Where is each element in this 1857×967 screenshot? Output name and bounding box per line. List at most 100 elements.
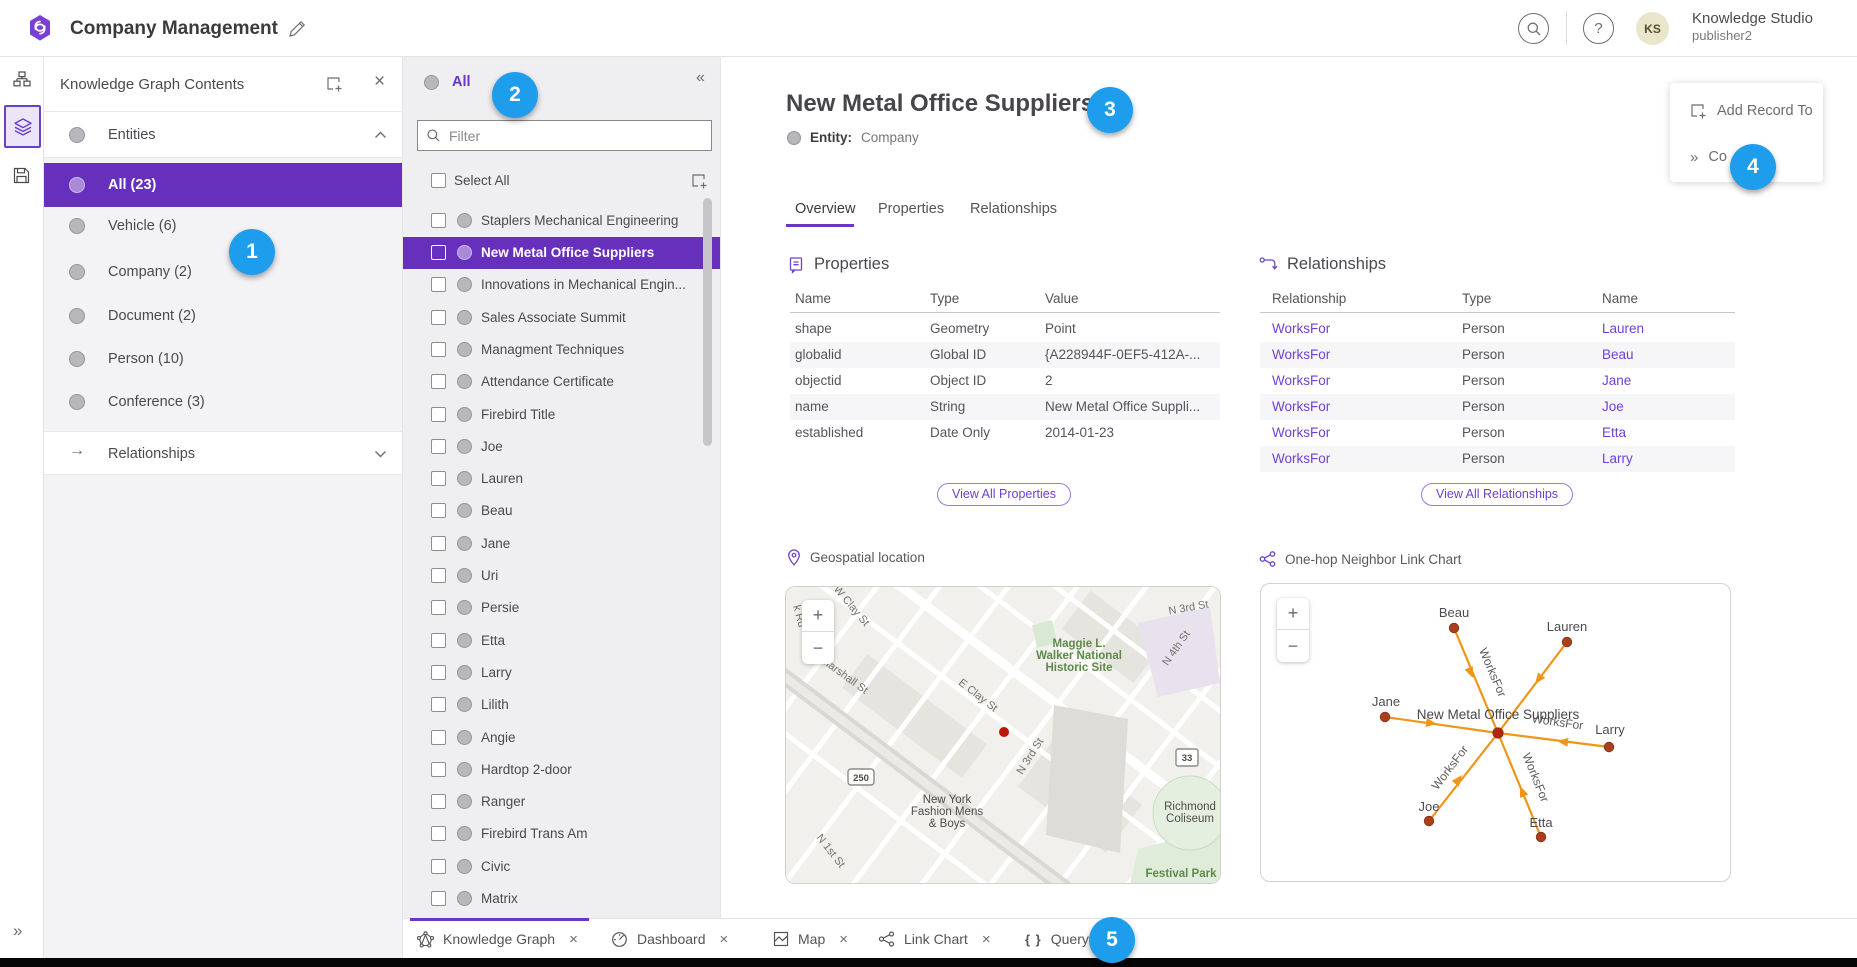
list-item[interactable]: Etta (403, 625, 720, 657)
item-checkbox[interactable] (431, 503, 446, 518)
item-checkbox[interactable] (431, 439, 446, 454)
item-checkbox[interactable] (431, 374, 446, 389)
entity-link[interactable]: Jane (1602, 368, 1631, 394)
list-item[interactable]: Sales Associate Summit (403, 302, 720, 334)
edit-title-pencil-icon[interactable] (288, 20, 306, 38)
list-item[interactable]: Firebird Title (403, 399, 720, 431)
entity-filter-company[interactable]: Company (2) (44, 257, 402, 287)
item-checkbox[interactable] (431, 600, 446, 615)
list-item[interactable]: Lilith (403, 689, 720, 721)
item-checkbox[interactable] (431, 213, 446, 228)
select-all-checkbox[interactable] (431, 173, 446, 188)
close-panel-icon[interactable]: × (374, 71, 385, 93)
entity-filter-document[interactable]: Document (2) (44, 301, 402, 331)
entities-section-header[interactable]: Entities (44, 112, 402, 158)
view-all-properties-button[interactable]: View All Properties (937, 483, 1071, 506)
relationships-section-header[interactable]: → Relationships (44, 431, 402, 475)
save-icon[interactable] (13, 167, 30, 184)
item-checkbox[interactable] (431, 536, 446, 551)
list-item[interactable]: Civic (403, 851, 720, 883)
list-item[interactable]: Managment Techniques (403, 334, 720, 366)
list-item[interactable]: Uri (403, 560, 720, 592)
item-checkbox[interactable] (431, 826, 446, 841)
tab-overview[interactable]: Overview (795, 201, 855, 217)
center-node[interactable] (1493, 728, 1503, 738)
data-model-icon[interactable] (13, 71, 31, 88)
item-checkbox[interactable] (431, 794, 446, 809)
zoom-in-button[interactable]: + (1277, 598, 1309, 630)
close-tab-icon[interactable]: × (569, 931, 578, 948)
tab-dashboard[interactable]: Dashboard × (611, 919, 728, 959)
item-checkbox[interactable] (431, 568, 446, 583)
relationship-link[interactable]: WorksFor (1272, 394, 1330, 420)
item-checkbox[interactable] (431, 697, 446, 712)
relationship-link[interactable]: WorksFor (1272, 420, 1330, 446)
tab-relationships[interactable]: Relationships (970, 201, 1057, 217)
user-menu[interactable]: Knowledge Studio publisher2 (1692, 10, 1813, 43)
tab-knowledge-graph[interactable]: Knowledge Graph × (417, 919, 578, 959)
entity-link[interactable]: Lauren (1602, 316, 1644, 342)
zoom-in-button[interactable]: + (802, 600, 834, 632)
list-item[interactable]: Innovations in Mechanical Engin... (403, 269, 720, 301)
list-item[interactable]: Ranger (403, 786, 720, 818)
item-checkbox[interactable] (431, 310, 446, 325)
list-item[interactable]: Staplers Mechanical Engineering (403, 205, 720, 237)
item-checkbox[interactable] (431, 342, 446, 357)
item-checkbox[interactable] (431, 245, 446, 260)
one-hop-link-chart[interactable]: WorksFor WorksFor WorksFor WorksFor Beau… (1260, 583, 1731, 882)
avatar[interactable]: KS (1636, 12, 1669, 45)
entity-link[interactable]: Larry (1602, 446, 1633, 472)
list-item[interactable]: Attendance Certificate (403, 366, 720, 398)
chevron-down-icon[interactable] (374, 450, 387, 458)
help-button[interactable]: ? (1583, 13, 1614, 44)
entity-filter-conference[interactable]: Conference (3) (44, 387, 402, 417)
item-checkbox[interactable] (431, 633, 446, 648)
relationship-link[interactable]: WorksFor (1272, 368, 1330, 394)
search-button[interactable] (1518, 13, 1549, 44)
list-item[interactable]: Beau (403, 495, 720, 527)
filter-input[interactable] (449, 128, 679, 144)
item-checkbox[interactable] (431, 730, 446, 745)
geospatial-map[interactable]: k Rd W Clay St W Marshall St E Clay St N… (785, 586, 1221, 884)
list-item[interactable]: Jane (403, 528, 720, 560)
item-checkbox[interactable] (431, 859, 446, 874)
entity-link[interactable]: Beau (1602, 342, 1634, 368)
list-item[interactable]: Matrix (403, 883, 720, 915)
item-checkbox[interactable] (431, 762, 446, 777)
add-record-icon[interactable] (691, 173, 708, 190)
entity-filter-person[interactable]: Person (10) (44, 344, 402, 374)
item-checkbox[interactable] (431, 471, 446, 486)
tab-link-chart[interactable]: Link Chart × (878, 919, 991, 959)
select-all-row[interactable]: Select All (403, 166, 720, 196)
close-tab-icon[interactable]: × (839, 931, 848, 948)
item-checkbox[interactable] (431, 277, 446, 292)
zoom-out-button[interactable]: − (1277, 630, 1309, 662)
tab-map[interactable]: Map × (773, 919, 848, 959)
tab-properties[interactable]: Properties (878, 201, 944, 217)
list-scrollbar[interactable] (703, 198, 712, 446)
list-item[interactable]: Firebird Trans Am (403, 818, 720, 850)
item-checkbox[interactable] (431, 407, 446, 422)
layers-tool-selected[interactable] (4, 105, 41, 148)
item-checkbox[interactable] (431, 665, 446, 680)
list-item-selected[interactable]: New Metal Office Suppliers (403, 237, 720, 269)
zoom-out-button[interactable]: − (802, 632, 834, 664)
menu-item-add-record-to[interactable]: Add Record To (1670, 97, 1823, 125)
relationship-link[interactable]: WorksFor (1272, 342, 1330, 368)
list-item[interactable]: Persie (403, 592, 720, 624)
relationship-link[interactable]: WorksFor (1272, 446, 1330, 472)
list-item[interactable]: Hardtop 2-door (403, 754, 720, 786)
list-item[interactable]: Angie (403, 722, 720, 754)
list-item[interactable]: Joe (403, 431, 720, 463)
chevron-up-icon[interactable] (374, 131, 387, 139)
entity-filter-vehicle[interactable]: Vehicle (6) (44, 211, 402, 241)
list-header-all[interactable]: All (424, 74, 471, 90)
collapse-panel-icon[interactable]: « (696, 69, 705, 87)
entity-link[interactable]: Etta (1602, 420, 1626, 446)
entity-filter-all[interactable]: All (23) (44, 163, 402, 207)
entity-link[interactable]: Joe (1602, 394, 1624, 420)
close-tab-icon[interactable]: × (982, 931, 991, 948)
expand-rail-icon[interactable]: » (13, 921, 22, 941)
add-record-icon[interactable] (326, 76, 343, 93)
relationship-link[interactable]: WorksFor (1272, 316, 1330, 342)
